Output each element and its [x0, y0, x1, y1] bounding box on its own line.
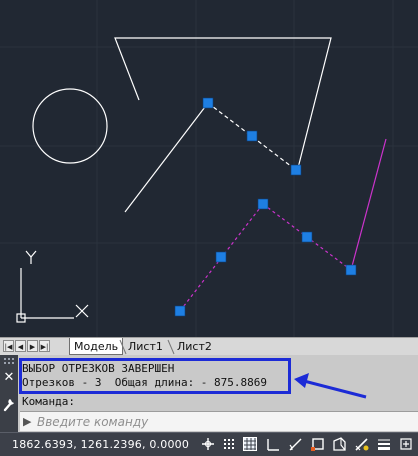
close-icon[interactable]: ✕ — [3, 371, 15, 385]
polar-icon[interactable] — [265, 436, 281, 452]
line-entity-magenta[interactable] — [350, 138, 387, 271]
grip[interactable] — [215, 251, 227, 263]
grid-lines — [0, 0, 418, 337]
grip[interactable] — [174, 305, 186, 317]
grip[interactable] — [202, 97, 214, 109]
osnap-icon[interactable] — [288, 436, 304, 452]
drawing-svg — [0, 0, 418, 337]
grid-icon[interactable] — [221, 436, 237, 452]
snap-icon[interactable] — [200, 436, 216, 452]
wrench-icon[interactable] — [2, 396, 16, 412]
grip[interactable] — [345, 264, 357, 276]
cad-window: |◀ ◀ ▶ ▶| Модель Лист1 Лист2 ✕ ВЫБОР ОТР… — [0, 0, 418, 456]
command-window-grip[interactable]: ✕ — [0, 355, 18, 432]
coordinates-readout[interactable]: 1862.6393, 1261.2396, 0.0000 — [12, 438, 189, 451]
dynucs-icon[interactable] — [331, 436, 347, 452]
tab-separators — [119, 339, 175, 355]
command-prompt: Команда: — [22, 395, 75, 408]
otrack-icon[interactable] — [310, 436, 326, 452]
grips — [174, 97, 357, 317]
polyline-entity-white[interactable] — [114, 37, 332, 169]
lineweight-icon[interactable] — [376, 436, 392, 452]
command-input-placeholder: Введите команду — [37, 415, 149, 429]
ucs-icon — [16, 250, 89, 323]
grip[interactable] — [257, 198, 269, 210]
grip[interactable] — [301, 231, 313, 243]
grip[interactable] — [290, 164, 302, 176]
command-recent-icon[interactable]: ▶ — [23, 415, 31, 428]
layout-tabs-bar: |◀ ◀ ▶ ▶| Модель Лист1 Лист2 — [0, 337, 418, 355]
ortho-icon[interactable] — [242, 436, 258, 452]
highlight-box — [19, 358, 291, 394]
circle-entity[interactable] — [32, 88, 108, 164]
grip[interactable] — [246, 130, 258, 142]
status-bar: 1862.6393, 1261.2396, 0.0000 — [0, 432, 418, 456]
command-input[interactable]: ▶ Введите команду — [20, 411, 418, 431]
drawing-canvas[interactable] — [0, 0, 418, 337]
dyn-icon[interactable] — [354, 436, 370, 452]
more-icon[interactable] — [398, 436, 414, 452]
command-window: ✕ ВЫБОР ОТРЕЗКОВ ЗАВЕРШЕН Отрезков - 3 О… — [0, 355, 418, 432]
